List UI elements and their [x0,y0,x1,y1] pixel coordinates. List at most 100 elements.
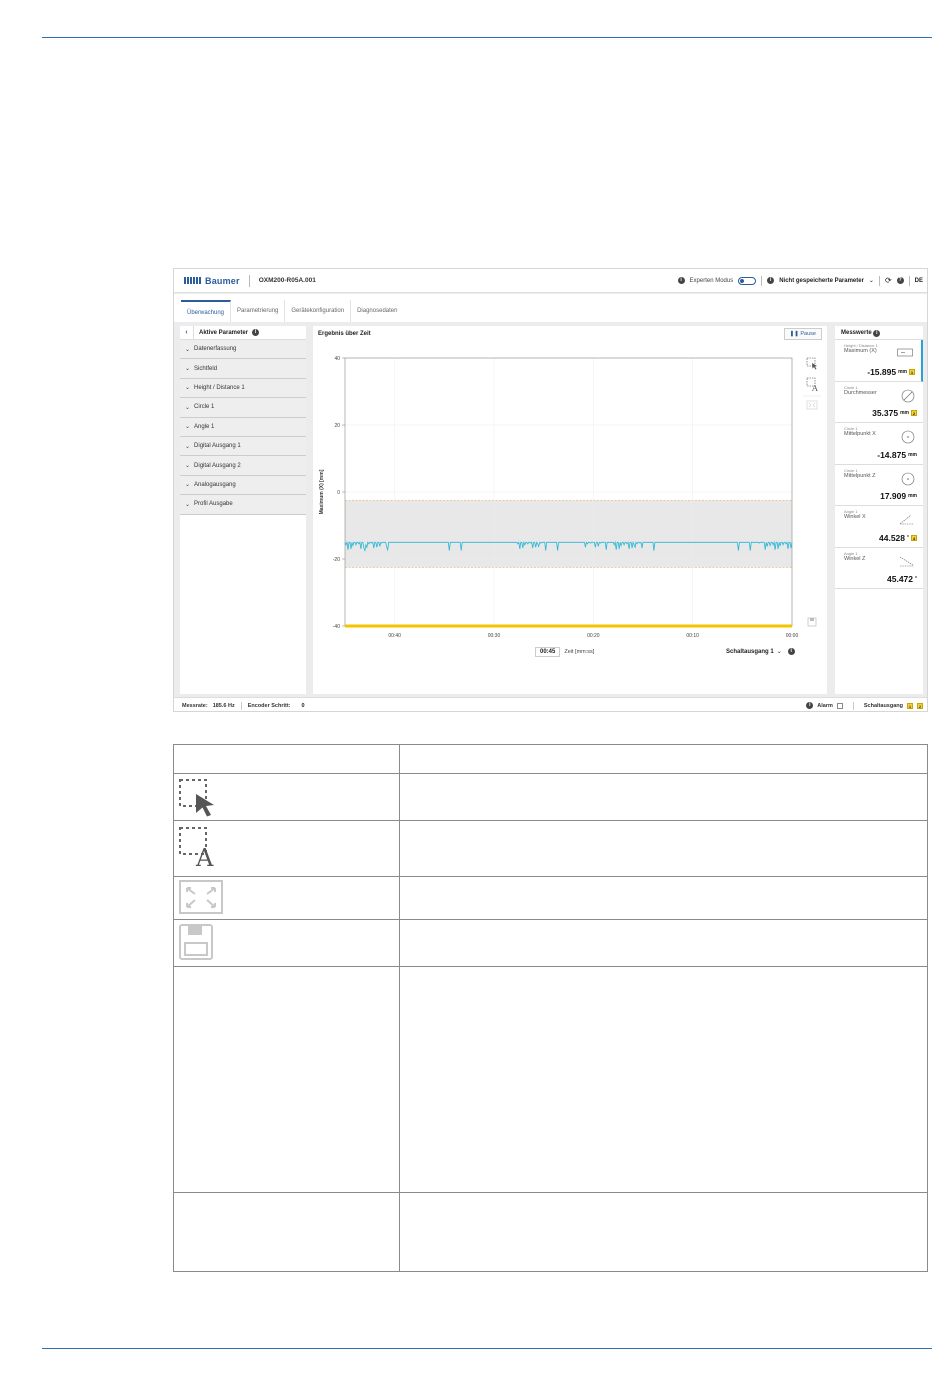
alarm-label: Alarm [817,702,833,709]
y-tick-label: 0 [337,490,340,496]
param-label: Digital Ausgang 1 [194,443,241,450]
output-badge: 2 [911,410,917,416]
y-tick-label: 40 [334,356,340,362]
output-2-badge: 2 [917,702,923,709]
height-measure-icon [897,348,913,357]
chart-panel: Ergebnis über Zeit ❚❚ Pause 40 20 0 -20 -40 0… [313,326,827,694]
x-tick-label: 00:00 [786,633,799,639]
table-row [173,966,928,1193]
chevron-down-icon: ⌄ [185,482,191,489]
param-item[interactable]: ⌄ Profil Ausgabe [180,495,306,515]
x-tick-label: 00:20 [587,633,600,639]
measurements-panel: Messwerte i Height / Distance 1 Maximum … [835,326,923,694]
language-select[interactable]: DE [915,278,923,284]
main-tabs: Überwachung Parametrierung Gerätekonfigu… [174,294,927,322]
rate-value: 185.6 Hz [212,702,235,709]
measurement-card[interactable]: Circle 1 Mittelpunkt Z 17.909 mm [835,465,923,506]
measurement-value: -15.895 mm 1 [867,366,915,377]
measurement-value: 35.375 mm 2 [872,408,917,418]
header-rule [42,37,932,38]
fullscreen-icon [179,880,223,914]
param-item[interactable]: ⌄ Height / Distance 1 [180,378,306,399]
info-icon[interactable]: i [787,648,795,655]
tab-parametrierung[interactable]: Parametrierung [231,300,286,322]
measurements-title: Messwerte i [835,326,923,340]
select-zoom-icon [179,779,214,817]
info-icon[interactable]: i [677,277,685,284]
measurement-value: 44.528 ° 4 [879,532,917,543]
sync-icon[interactable]: ⟳ [885,276,892,285]
param-item[interactable]: ⌄ Angle 1 [180,417,306,437]
brand-logo: Baumer [184,276,240,286]
measurement-value: 45.472 ° [887,574,917,584]
time-unit: Zeit [mm:ss] [564,649,595,655]
alarm-checkbox [836,702,843,709]
tab-geraetekonfiguration[interactable]: Gerätekonfiguration [285,300,352,322]
circle-diameter-icon [901,389,915,402]
angle-icon [899,514,914,525]
chevron-down-icon: ⌄ [185,424,191,431]
device-name: OXM200-R05A.001 [258,277,316,284]
measurement-card[interactable]: Angle 1 Winkel X 44.528 ° 4 [835,506,923,548]
output-state-bar [345,624,792,628]
rate-label: Messrate: [182,702,208,709]
table-row [173,919,928,967]
info-icon[interactable]: i [252,329,260,336]
y-tick-label: -40 [333,624,340,630]
tab-ueberwachung[interactable]: Überwachung [181,300,232,322]
param-item[interactable]: ⌄ Circle 1 [180,398,306,418]
fullscreen-icon[interactable] [806,400,818,410]
status-bar: Messrate: 185.6 Hz Encoder Schritt: 0 i … [174,697,927,711]
result-chart[interactable]: 40 20 0 -20 -40 00:40 00:30 00:20 00:10 00:00 Maxi… [313,326,827,694]
top-bar: Baumer OXM200-R05A.001 i Experten Modus … [174,269,927,293]
encoder-value: 0 [301,702,305,709]
output-selector[interactable]: Schaltausgang 1 ⌄ i [726,648,795,655]
param-label: Datenerfassung [194,346,237,353]
time-value[interactable]: 00:45 [535,647,561,657]
output-label: Schaltausgang [863,702,903,709]
tab-diagnosedaten[interactable]: Diagnosedaten [351,300,403,322]
measurement-card[interactable]: Circle 1 Durchmesser 35.375 mm 2 [835,382,923,423]
angle-icon [899,556,914,566]
chevron-down-icon: ⌄ [185,385,191,392]
measurement-value: 17.909 mm [880,491,917,501]
measurement-card[interactable]: Circle 1 Mittelpunkt X -14.875 mm [835,423,923,465]
param-item[interactable]: ⌄ Analogausgang [180,475,306,496]
param-label: Circle 1 [194,404,215,411]
collapse-panel-button[interactable]: ‹ [180,325,194,340]
chevron-down-icon[interactable]: ⌄ [869,277,874,284]
chevron-down-icon: ⌄ [185,404,191,411]
expert-mode-toggle[interactable] [738,276,757,285]
table-row [173,1192,928,1272]
table-row [173,876,928,920]
x-tick-label: 00:30 [488,633,501,639]
select-zoom-icon[interactable] [806,357,817,370]
param-label: Sichtfeld [194,365,218,372]
param-item[interactable]: ⌄ Sichtfeld [180,359,306,379]
measurement-card[interactable]: Height / Distance 1 Maximum (X) -15.895 m… [835,340,923,382]
param-label: Profil Ausgabe [194,501,233,508]
chevron-down-icon: ⌄ [185,463,191,470]
select-text-icon[interactable]: A [806,377,818,393]
info-icon[interactable]: i [873,330,881,337]
output-badge: 1 [909,368,915,375]
tolerance-band [345,500,792,568]
param-item[interactable]: ⌄ Datenerfassung [180,340,306,360]
y-tick-label: 20 [334,423,340,429]
chevron-down-icon: ⌄ [776,649,782,655]
info-icon[interactable]: i [806,702,814,709]
circle-center-icon [901,472,915,485]
param-item[interactable]: ⌄ Digital Ausgang 1 [180,436,306,457]
y-tick-label: -20 [333,557,340,563]
svg-text:A: A [195,844,214,870]
save-icon[interactable] [807,617,817,627]
unsaved-info-icon[interactable]: i [767,277,775,284]
param-item[interactable]: ⌄ Digital Ausgang 2 [180,456,306,476]
measurement-card[interactable]: Angle 1 Winkel Z 45.472 ° [835,548,923,589]
chevron-down-icon: ⌄ [185,443,191,450]
help-icon[interactable]: ? [896,277,904,284]
expert-mode-label: Experten Modus [689,277,734,284]
x-tick-label: 00:40 [388,633,401,639]
param-label: Angle 1 [194,423,215,430]
unsaved-params-menu[interactable]: Nicht gespeicherte Parameter [779,278,864,284]
